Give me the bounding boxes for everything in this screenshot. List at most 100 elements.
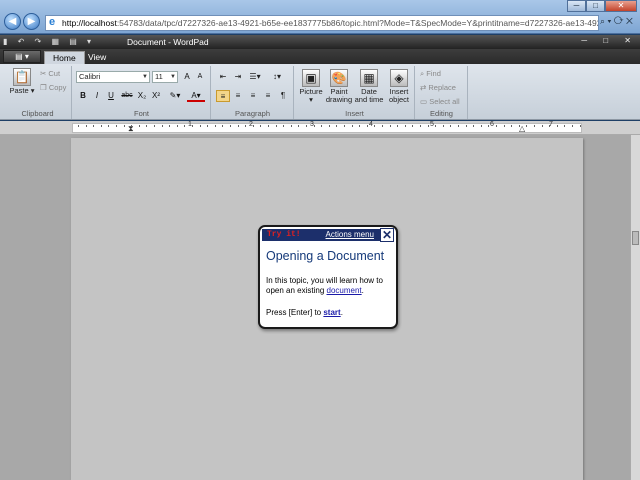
ruler-tick	[268, 125, 269, 127]
dialog-header: Try it! Actions menu	[262, 229, 394, 241]
ruler[interactable]: 1 2 3 4 5 6 7 ⧗ △	[0, 121, 640, 135]
quick-access-toolbar[interactable]: ▮ ↶ ↷ ▦ ▤ ▾	[3, 37, 95, 46]
back-arrow-icon: ◀	[8, 16, 17, 27]
tutorial-dialog: Try it! Actions menu ✕ Opening a Documen…	[258, 225, 398, 329]
ruler-tick	[518, 125, 520, 127]
ruler-tick	[169, 125, 171, 127]
dialog-body: In this topic, you will learn how to ope…	[266, 276, 383, 295]
wordpad-window-controls[interactable]: ─ □ ✕	[581, 36, 638, 45]
ruler-tick	[116, 125, 117, 127]
paint-drawing-button[interactable]: 🎨 Paint drawing	[325, 69, 353, 104]
ruler-tick	[275, 125, 277, 127]
align-right-icon[interactable]: ≡	[246, 90, 260, 102]
ruler-tick	[427, 125, 429, 127]
address-tools[interactable]: ⌕ ▾ ⟳ ✕	[600, 16, 633, 27]
select-all-button[interactable]: ▭ Select all	[420, 97, 460, 106]
right-indent-marker-icon[interactable]: △	[519, 124, 525, 133]
browser-toolbar: ─ □ ✕ ◀ ▶ e http://localhost:54783/data/…	[0, 0, 640, 34]
ruler-tick	[161, 125, 163, 127]
ruler-tick	[503, 125, 505, 127]
bullet-list-icon[interactable]: ☰▾	[246, 71, 264, 83]
ruler-tick	[465, 125, 467, 127]
actions-menu-link[interactable]: Actions menu	[326, 230, 374, 239]
subscript-button[interactable]: X₂	[136, 90, 148, 102]
ruler-tick	[389, 125, 391, 127]
clipboard-group-label: Clipboard	[21, 109, 54, 118]
ruler-tick	[207, 125, 209, 127]
justify-icon[interactable]: ≡	[261, 90, 275, 102]
document-link[interactable]: document	[327, 286, 362, 295]
address-host: http://localhost	[62, 18, 117, 28]
chevron-down-icon: ▼	[170, 74, 176, 80]
strikethrough-button[interactable]: abc	[119, 90, 135, 102]
line-spacing-icon[interactable]: ↕▾	[268, 71, 286, 83]
ruler-track	[72, 123, 582, 133]
paragraph-group: ⇤ ⇥ ☰▾ ↕▾ ≡ ≡ ≡ ≡ ¶ Paragraph	[212, 66, 294, 119]
bold-button[interactable]: B	[77, 90, 89, 102]
select-all-icon: ▭	[420, 97, 428, 106]
ruler-tick	[526, 125, 528, 127]
ruler-tick	[412, 125, 414, 127]
align-left-icon[interactable]: ≡	[216, 90, 230, 102]
vertical-scrollbar[interactable]	[630, 135, 640, 480]
browser-maximize-button[interactable]: □	[586, 0, 605, 12]
font-family-select[interactable]: Calibri ▼	[76, 71, 150, 83]
increase-indent-icon[interactable]: ⇥	[231, 71, 245, 83]
decrease-indent-icon[interactable]: ⇤	[216, 71, 230, 83]
ruler-tick	[306, 125, 307, 127]
tab-view[interactable]: View	[80, 51, 114, 64]
cut-button[interactable]: ✂ Cut	[40, 69, 60, 78]
grow-font-button[interactable]: A	[181, 71, 193, 83]
back-button[interactable]: ◀	[4, 13, 21, 30]
start-link[interactable]: start	[323, 308, 340, 317]
clipboard-icon: 📋	[13, 68, 31, 86]
date-time-button[interactable]: ▦ Date and time	[354, 69, 384, 104]
dialog-close-button[interactable]: ✕	[380, 228, 394, 242]
app-menu-button[interactable]: ▤ ▾	[3, 50, 41, 63]
font-group-label: Font	[133, 109, 149, 118]
browser-close-button[interactable]: ✕	[605, 0, 637, 12]
ruler-tick	[123, 125, 125, 127]
font-size-select[interactable]: 11 ▼	[152, 71, 178, 83]
ruler-tick	[374, 125, 376, 127]
wordpad-title-bar: ▮ ↶ ↷ ▦ ▤ ▾ Document - WordPad ─ □ ✕	[0, 35, 640, 49]
scrollbar-thumb[interactable]	[632, 231, 639, 245]
ruler-tick	[230, 125, 231, 127]
ruler-tick	[541, 125, 543, 127]
dialog-title: Opening a Document	[266, 249, 385, 263]
close-icon: ✕	[381, 228, 393, 242]
ruler-tick	[138, 125, 140, 127]
tab-home[interactable]: Home	[44, 51, 85, 64]
address-bar[interactable]: e http://localhost:54783/data/tpc/d72273…	[45, 15, 599, 31]
font-color-button[interactable]: A▾	[187, 90, 205, 102]
ruler-tick	[359, 125, 361, 127]
ruler-tick	[336, 125, 338, 127]
browser-minimize-button[interactable]: ─	[567, 0, 586, 12]
copy-button[interactable]: ❐ Copy	[40, 83, 66, 92]
ruler-tick	[245, 125, 247, 127]
ruler-tick	[435, 125, 437, 127]
paste-button[interactable]: 📋 Paste ▾	[8, 68, 36, 95]
insert-picture-button[interactable]: ▣ Picture ▾	[297, 69, 325, 104]
insert-object-button[interactable]: ◈ Insert object	[385, 69, 413, 104]
shrink-font-button[interactable]: A	[194, 71, 206, 83]
underline-button[interactable]: U	[105, 90, 117, 102]
ie-page-icon: e	[49, 16, 56, 28]
ruler-tick	[199, 125, 201, 127]
align-center-icon[interactable]: ≡	[231, 90, 245, 102]
ruler-tick	[397, 125, 399, 127]
ruler-number: 5	[430, 121, 434, 128]
replace-button[interactable]: ⇄ Replace	[420, 83, 456, 92]
paragraph-settings-icon[interactable]: ¶	[276, 90, 290, 102]
highlight-button[interactable]: ✎▾	[166, 90, 184, 102]
italic-button[interactable]: I	[91, 90, 103, 102]
ruler-tick	[344, 125, 345, 127]
ruler-tick	[579, 125, 581, 127]
forward-button[interactable]: ▶	[23, 13, 40, 30]
ruler-tick	[511, 125, 513, 127]
paint-palette-icon: 🎨	[330, 69, 348, 87]
find-button[interactable]: ⌕ Find	[420, 69, 441, 79]
ruler-number: 4	[369, 121, 373, 128]
insert-group: ▣ Picture ▾ 🎨 Paint drawing ▦ Date and t…	[295, 66, 415, 119]
superscript-button[interactable]: X²	[150, 90, 162, 102]
